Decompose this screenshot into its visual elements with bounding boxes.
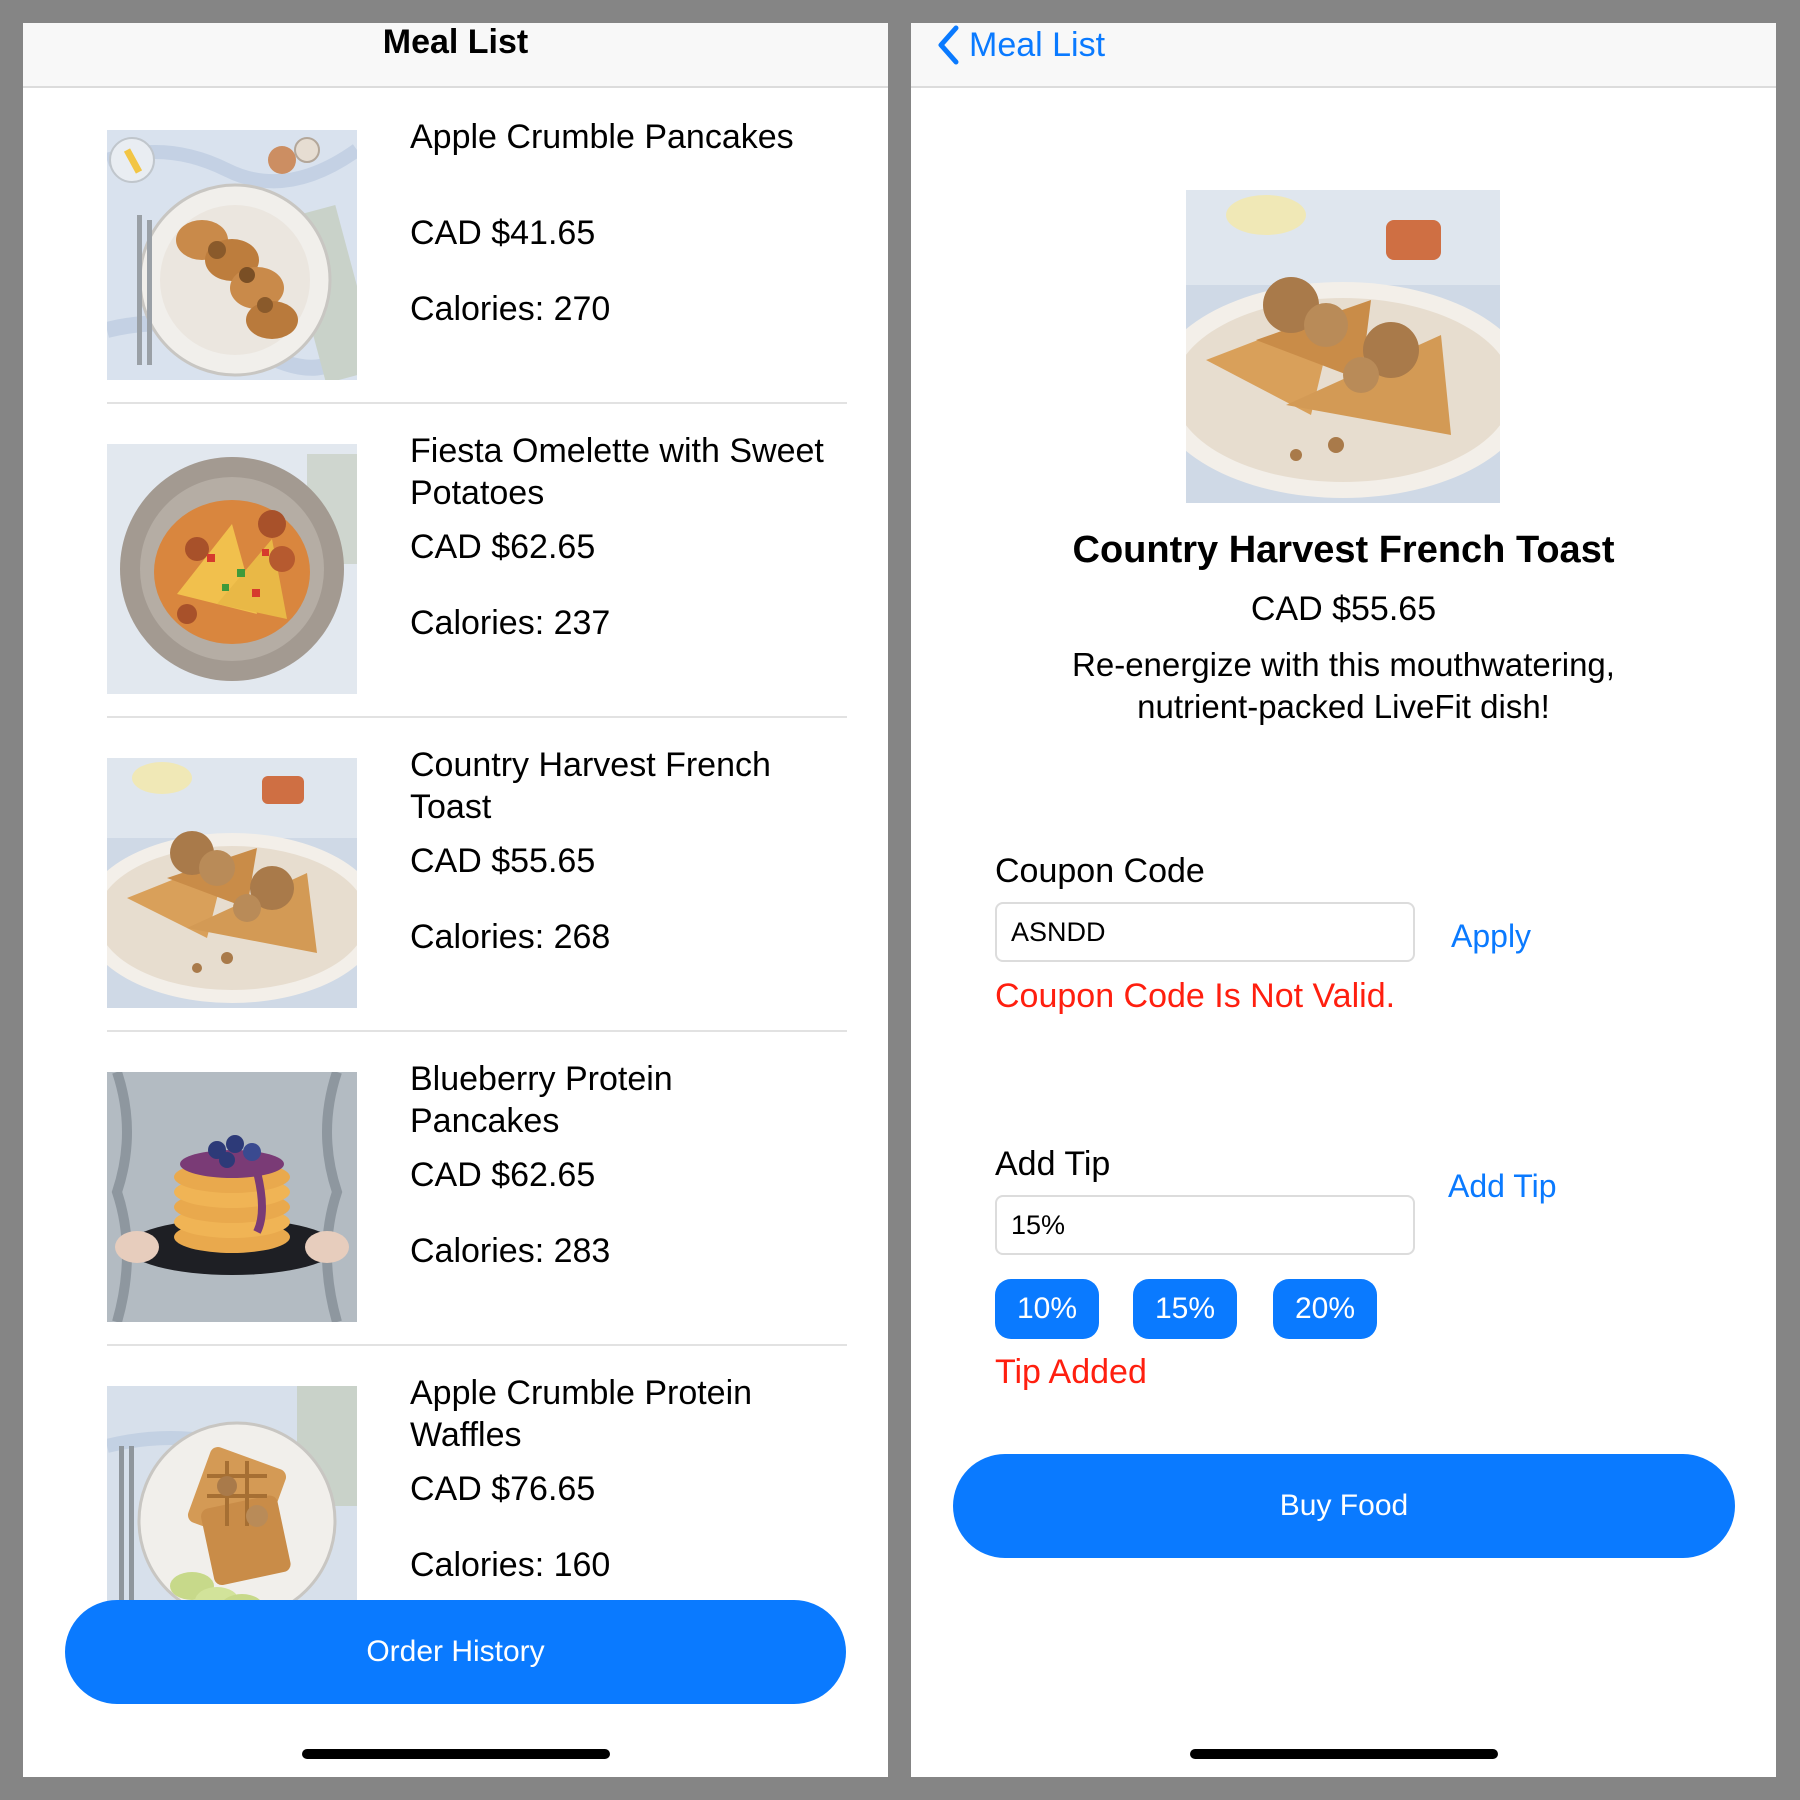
order-history-button[interactable]: Order History [65,1600,846,1704]
navigation-bar: Meal List [911,23,1776,88]
meal-price: CAD $62.65 [410,1156,596,1194]
meal-list-item[interactable]: Blueberry Protein Pancakes CAD $62.65 Ca… [107,1030,847,1346]
tip-value: 15% [1011,1209,1066,1240]
chevron-left-icon [938,25,959,65]
coupon-code-value: ASNDD [1011,916,1106,947]
meal-calories: Calories: 237 [410,604,611,642]
meal-price: CAD $76.65 [410,1470,596,1508]
meal-detail-screen: Meal List Country Harvest French Toast C… [911,23,1776,1777]
back-button-label: Meal List [969,25,1106,64]
meal-list-screen: Meal List Apple Crumble Pancakes CAD $41… [23,23,888,1777]
meal-price: CAD $55.65 [1250,590,1437,628]
meal-description: Re-energize with this mouthwatering, nut… [1072,646,1615,725]
french-toast-photo [107,758,357,1008]
home-indicator [302,1749,610,1759]
tip-15-button[interactable]: 15% [1133,1279,1237,1339]
meal-name: Country Harvest French Toast [410,746,771,826]
meal-list-item[interactable]: Apple Crumble Protein Waffles CAD $76.65… [107,1344,847,1608]
pancakes-photo [107,130,357,380]
tip-status-message: Tip Added [995,1353,1147,1391]
meal-calories: Calories: 268 [410,918,611,956]
meal-calories: Calories: 283 [410,1232,611,1270]
meal-name: Fiesta Omelette with Sweet Potatoes [410,432,824,512]
add-tip-button[interactable]: Add Tip [1448,1166,1557,1206]
meal-list-item[interactable]: Country Harvest French Toast CAD $55.65 … [107,716,847,1032]
waffles-photo [107,1386,357,1608]
meal-price: CAD $62.65 [410,528,596,566]
blueberry-pancakes-photo [107,1072,357,1322]
tip-20-button[interactable]: 20% [1273,1279,1377,1339]
home-indicator [1190,1749,1498,1759]
coupon-code-label: Coupon Code [995,852,1205,890]
buy-food-button[interactable]: Buy Food [953,1454,1735,1558]
coupon-code-input[interactable]: ASNDD [995,902,1415,962]
tip-input[interactable]: 15% [995,1195,1415,1255]
meal-calories: Calories: 270 [410,290,611,328]
meal-name: Blueberry Protein Pancakes [410,1060,673,1140]
navigation-bar: Meal List [23,23,888,88]
meal-price: CAD $41.65 [410,214,596,252]
meal-name: Apple Crumble Protein Waffles [410,1374,753,1454]
meal-list-item[interactable]: Fiesta Omelette with Sweet Potatoes CAD … [107,402,847,718]
add-tip-label: Add Tip [995,1145,1111,1183]
page-title: Meal List [382,23,529,61]
coupon-error-message: Coupon Code Is Not Valid. [995,977,1396,1015]
meal-list[interactable]: Apple Crumble Pancakes CAD $41.65 Calori… [23,88,888,1608]
french-toast-photo [1186,190,1500,503]
tip-10-button[interactable]: 10% [995,1279,1099,1339]
apply-coupon-button[interactable]: Apply [1451,916,1531,956]
back-button[interactable]: Meal List [937,23,1105,67]
meal-calories: Calories: 160 [410,1546,611,1584]
meal-title: Country Harvest French Toast [1072,529,1615,571]
meal-price: CAD $55.65 [410,842,596,880]
meal-name: Apple Crumble Pancakes [410,118,794,156]
meal-list-item[interactable]: Apple Crumble Pancakes CAD $41.65 Calori… [107,88,847,404]
omelette-photo [107,444,357,694]
